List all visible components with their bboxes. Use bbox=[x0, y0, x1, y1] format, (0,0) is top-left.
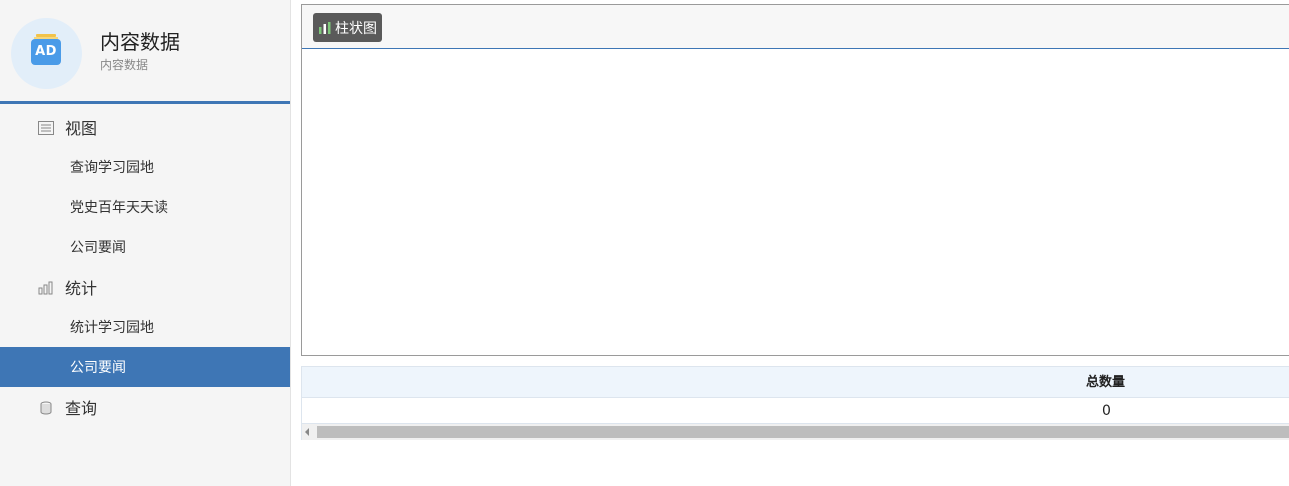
menu-group-query[interactable]: 查询 bbox=[0, 387, 290, 427]
bar-chart-button-label: 柱状图 bbox=[335, 20, 377, 37]
menu-item-party-history[interactable]: 党史百年天天读 bbox=[0, 187, 290, 227]
scrollbar-thumb[interactable] bbox=[317, 426, 1289, 438]
chart-area bbox=[302, 49, 1289, 355]
bar-chart-icon bbox=[318, 21, 332, 35]
menu-group-label: 统计 bbox=[65, 279, 98, 298]
menu-group-label: 查询 bbox=[65, 399, 98, 418]
chart-panel: 柱状图 bbox=[301, 4, 1289, 356]
table-header: 总数量 bbox=[301, 366, 1289, 398]
brand-title: 内容数据 bbox=[100, 30, 180, 54]
bar-chart-button[interactable]: 柱状图 bbox=[313, 13, 382, 42]
horizontal-scrollbar[interactable] bbox=[301, 424, 1289, 440]
brand-header: AD 内容数据 内容数据 bbox=[0, 0, 290, 104]
list-icon bbox=[38, 120, 54, 135]
menu-group-stats[interactable]: 统计 bbox=[0, 267, 290, 307]
logo-badge: AD bbox=[31, 34, 61, 65]
data-table: 总数量 0 bbox=[301, 366, 1289, 440]
table-row: 0 bbox=[301, 398, 1289, 424]
database-icon bbox=[38, 400, 54, 415]
chart-toolbar: 柱状图 bbox=[302, 5, 1289, 49]
menu-item-query-study[interactable]: 查询学习园地 bbox=[0, 147, 290, 187]
menu-item-company-news-stats[interactable]: 公司要闻 bbox=[0, 347, 290, 387]
menu-item-stats-study[interactable]: 统计学习园地 bbox=[0, 307, 290, 347]
sidebar-menu: 视图 查询学习园地 党史百年天天读 公司要闻 统计 统计学习园地 公司要闻 查询 bbox=[0, 107, 290, 427]
bar-chart-icon bbox=[38, 280, 54, 295]
logo: AD bbox=[11, 18, 82, 89]
menu-item-company-news-view[interactable]: 公司要闻 bbox=[0, 227, 290, 267]
menu-group-label: 视图 bbox=[65, 119, 98, 138]
brand-subtitle: 内容数据 bbox=[100, 58, 149, 72]
sidebar: AD 内容数据 内容数据 视图 查询学习园地 党史百年天天读 公司要闻 统计 统… bbox=[0, 0, 291, 486]
table-cell-total: 0 bbox=[1102, 403, 1111, 419]
menu-group-view[interactable]: 视图 bbox=[0, 107, 290, 147]
column-header-total[interactable]: 总数量 bbox=[1086, 367, 1125, 398]
scroll-left-icon[interactable] bbox=[305, 428, 309, 436]
